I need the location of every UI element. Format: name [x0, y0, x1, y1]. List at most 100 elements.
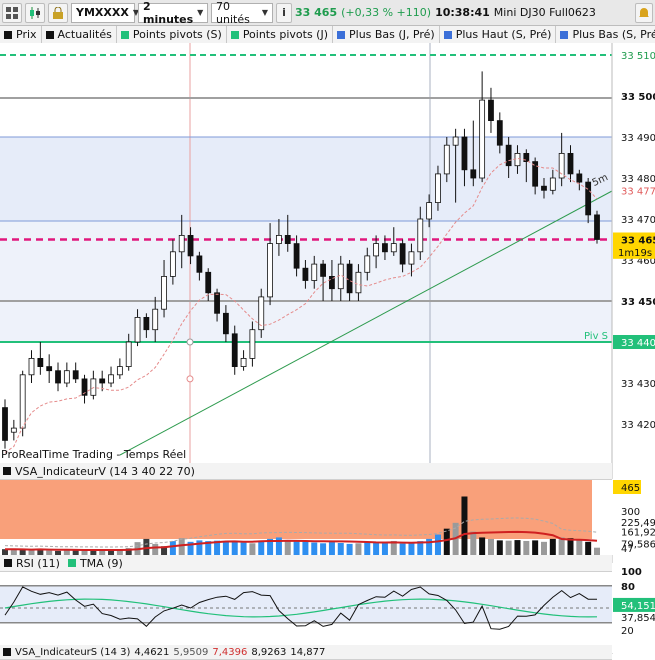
candle-body — [178, 234, 185, 253]
candle-body — [399, 243, 406, 265]
rsi-legend-item[interactable]: TMA (9) — [64, 555, 127, 571]
volume-bar — [505, 540, 512, 555]
instrument-name: Mini DJ30 Full0623 — [493, 6, 596, 19]
lock-button[interactable] — [48, 2, 68, 23]
symbol-select[interactable]: YMXXXX ▼ — [71, 2, 139, 23]
rsi-axis-label: 54,151 — [621, 601, 655, 612]
candle-body — [72, 370, 79, 380]
volume-bar — [496, 540, 503, 555]
rsi-axis-label: 100 — [621, 567, 642, 578]
candle-body — [55, 370, 61, 384]
pivot-label: Piv S — [584, 331, 608, 342]
timeframe-value: 2 minutes — [143, 0, 194, 26]
legend-item[interactable]: Plus Bas (J, Pré) — [333, 26, 440, 43]
candle-body — [479, 99, 486, 179]
candle-body — [28, 357, 35, 376]
legend-label: Points pivots (J) — [242, 28, 328, 41]
volume-bar — [258, 541, 265, 555]
volume-bar — [540, 541, 547, 555]
price-axis-label: 33 480 — [621, 174, 655, 185]
candlestick-icon — [30, 6, 40, 19]
bottom-value-2: 5,9509 — [173, 646, 209, 658]
countdown-label: 1m19s — [618, 248, 652, 259]
legend-item[interactable]: Plus Haut (S, Pré) — [440, 26, 557, 43]
candle-body — [134, 316, 141, 343]
vsa-fill — [0, 479, 592, 539]
volume-bar — [328, 542, 335, 555]
candle-body — [231, 333, 238, 367]
info-icon: i — [282, 6, 286, 19]
price-axis-label: 33 477 — [621, 186, 655, 197]
legend-swatch — [230, 30, 239, 39]
candle-body — [355, 271, 362, 294]
volume-bar — [302, 541, 309, 555]
vsa-legend: VSA_IndicateurV (14 3 40 22 70) — [0, 463, 612, 480]
volume-bar — [461, 496, 468, 555]
rsi-legend-label: TMA (9) — [79, 556, 123, 570]
legend-item[interactable]: Actualités — [42, 26, 117, 43]
ma-marker — [186, 375, 194, 383]
legend-item[interactable]: Prix — [0, 26, 42, 43]
legend-item[interactable]: Plus Bas (S, Pré) — [556, 26, 655, 43]
volume-bar — [178, 538, 185, 555]
legend-label: Prix — [16, 28, 37, 41]
indicator-legend: Prix Actualités Points pivots (S) Points pi… — [0, 26, 655, 44]
grid-icon — [6, 6, 18, 19]
candle-body — [19, 374, 26, 429]
candle-body — [46, 366, 53, 372]
volume-bar — [434, 534, 441, 555]
volume-bar — [470, 531, 477, 555]
candle-body — [567, 153, 574, 175]
vsa-title[interactable]: VSA_IndicateurV (14 3 40 22 70) — [15, 465, 195, 478]
volume-bar — [231, 541, 238, 555]
candle-body — [249, 329, 256, 359]
rsi-legend-item[interactable]: RSI (11) — [0, 555, 64, 571]
price-change: (+0,33 % +110) — [341, 6, 432, 19]
candle-body — [496, 120, 503, 146]
rsi-axis-label: 37,854 — [621, 613, 655, 624]
units-select[interactable]: 70 unités ▼ — [211, 0, 273, 26]
volume-bar — [567, 538, 574, 555]
price-axis-label: 33 470 — [621, 215, 655, 226]
candle-body — [267, 243, 273, 298]
candle-body — [435, 173, 441, 203]
legend-item[interactable]: Points pivots (S) — [117, 26, 227, 43]
info-button[interactable]: i — [276, 2, 292, 23]
candle-body — [390, 243, 397, 253]
candle-body — [161, 275, 167, 310]
price-axis-label: 33 430 — [621, 379, 655, 390]
vsa-axis-label: 161,92 — [621, 527, 655, 538]
candle-body — [585, 181, 592, 216]
price-axis-label: 33 500 — [621, 92, 655, 103]
grid-view-button[interactable] — [2, 2, 22, 23]
candle-body — [240, 357, 247, 367]
volume-bar — [443, 528, 450, 555]
candle-body — [10, 427, 17, 433]
candle-body — [488, 99, 494, 121]
candle-body — [99, 378, 106, 384]
legend-swatch — [120, 30, 129, 39]
bottom-legend-title[interactable]: VSA_IndicateurS (14 3) — [15, 647, 130, 658]
price-axis-label: 33 510 — [621, 51, 655, 62]
candle-body — [461, 136, 468, 171]
price-axis-label: 33 440 — [621, 338, 655, 349]
watermark: ProRealTime Trading - Temps Réel — [1, 448, 187, 461]
volume-bar — [364, 542, 371, 555]
candle-body — [373, 243, 380, 257]
range-band — [0, 137, 612, 222]
volume-bar — [585, 541, 592, 555]
candle-type-button[interactable] — [25, 2, 45, 23]
volume-bar — [373, 541, 380, 555]
volume-bar — [576, 540, 583, 555]
candle-body — [169, 251, 176, 277]
candle-body — [311, 263, 318, 281]
legend-item[interactable]: Points pivots (J) — [227, 26, 333, 43]
candle-body — [63, 370, 70, 384]
vsa-axis-label: 465 — [621, 483, 640, 494]
volume-bar — [381, 541, 388, 555]
alarm-button[interactable] — [635, 2, 653, 23]
chevron-down-icon: ▼ — [197, 8, 204, 17]
volume-bar — [487, 538, 494, 555]
volume-bar — [337, 543, 344, 555]
timeframe-select[interactable]: 2 minutes ▼ — [138, 0, 208, 26]
